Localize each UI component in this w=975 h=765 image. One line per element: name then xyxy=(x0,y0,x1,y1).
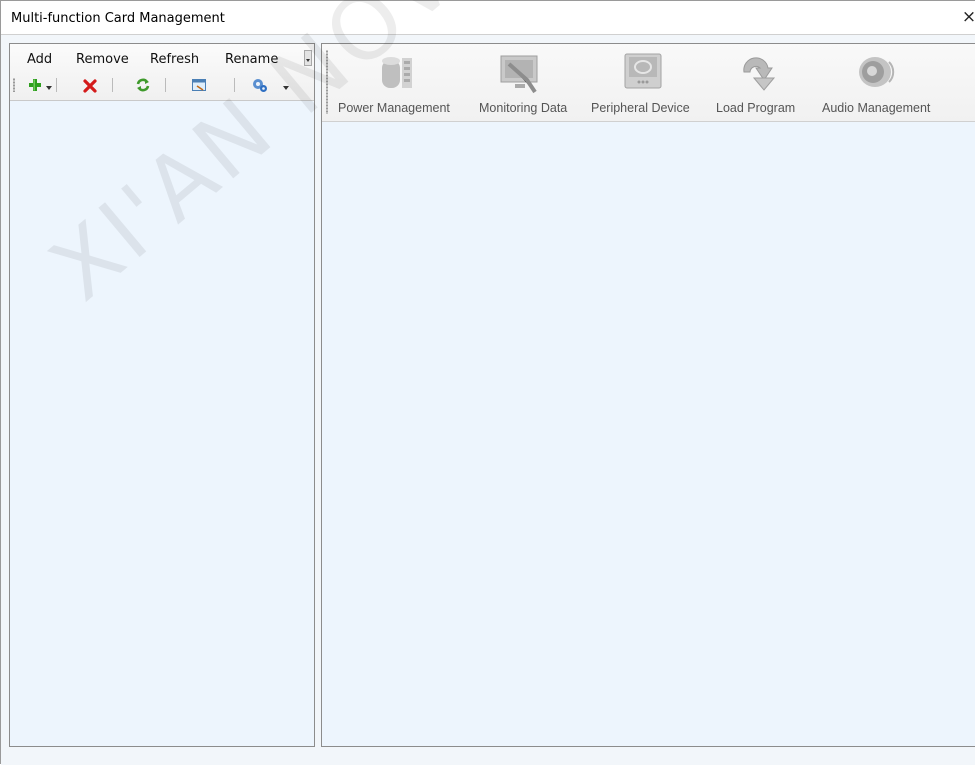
card-list-panel: Add Remove Refresh Rename xyxy=(9,43,315,747)
toolbar-separator xyxy=(56,78,57,92)
card-list[interactable] xyxy=(10,101,314,746)
card-menu-bar: Add Remove Refresh Rename xyxy=(10,44,314,70)
toolbar-grip[interactable] xyxy=(326,50,328,114)
card-icon-toolbar xyxy=(10,72,314,98)
settings-icon[interactable] xyxy=(251,76,267,94)
status-strip xyxy=(1,747,975,765)
peripheral-device-icon xyxy=(624,53,662,89)
add-icon[interactable] xyxy=(27,76,43,94)
monitoring-data-label: Monitoring Data xyxy=(479,101,568,115)
refresh-icon[interactable] xyxy=(135,76,151,94)
monitoring-data-button[interactable]: Monitoring Data xyxy=(477,44,585,121)
audio-management-label: Audio Management xyxy=(822,101,931,115)
menu-remove[interactable]: Remove xyxy=(76,52,129,67)
monitoring-data-icon xyxy=(500,55,538,94)
window-title: Multi-function Card Management xyxy=(11,11,225,26)
toolbar-separator xyxy=(234,78,235,92)
menu-rename[interactable]: Rename xyxy=(225,52,278,67)
function-content-area xyxy=(322,122,975,746)
audio-management-button[interactable]: Audio Management xyxy=(819,44,949,121)
add-dropdown-arrow-icon[interactable] xyxy=(46,86,52,90)
remove-icon[interactable] xyxy=(82,76,98,94)
power-management-label: Power Management xyxy=(338,101,450,115)
toolbar-grip[interactable] xyxy=(13,78,15,92)
title-bar[interactable]: Multi-function Card Management × xyxy=(1,1,975,35)
load-program-label: Load Program xyxy=(716,101,796,115)
toolbar-overflow-button[interactable] xyxy=(304,50,312,66)
toolbar-separator xyxy=(112,78,113,92)
function-panel: Power Management Monitoring Data Periphe… xyxy=(321,43,975,747)
menu-refresh[interactable]: Refresh xyxy=(150,52,199,67)
settings-dropdown-arrow-icon[interactable] xyxy=(283,86,289,90)
window-body: Add Remove Refresh Rename Power Manageme… xyxy=(1,35,975,765)
toolbar-separator xyxy=(165,78,166,92)
rename-icon[interactable] xyxy=(191,76,207,94)
close-button[interactable]: × xyxy=(961,7,975,27)
power-management-button[interactable]: Power Management xyxy=(336,44,468,121)
load-program-button[interactable]: Load Program xyxy=(714,44,814,121)
menu-add[interactable]: Add xyxy=(27,52,52,67)
peripheral-device-button[interactable]: Peripheral Device xyxy=(589,44,709,121)
audio-management-icon xyxy=(859,57,895,87)
load-program-icon xyxy=(743,57,776,91)
peripheral-device-label: Peripheral Device xyxy=(591,101,690,115)
card-list-toolbar: Add Remove Refresh Rename xyxy=(10,44,314,101)
multi-function-card-management-window: Multi-function Card Management × Add Rem… xyxy=(0,0,975,765)
power-management-icon xyxy=(382,57,412,88)
function-toolbar: Power Management Monitoring Data Periphe… xyxy=(322,44,975,122)
